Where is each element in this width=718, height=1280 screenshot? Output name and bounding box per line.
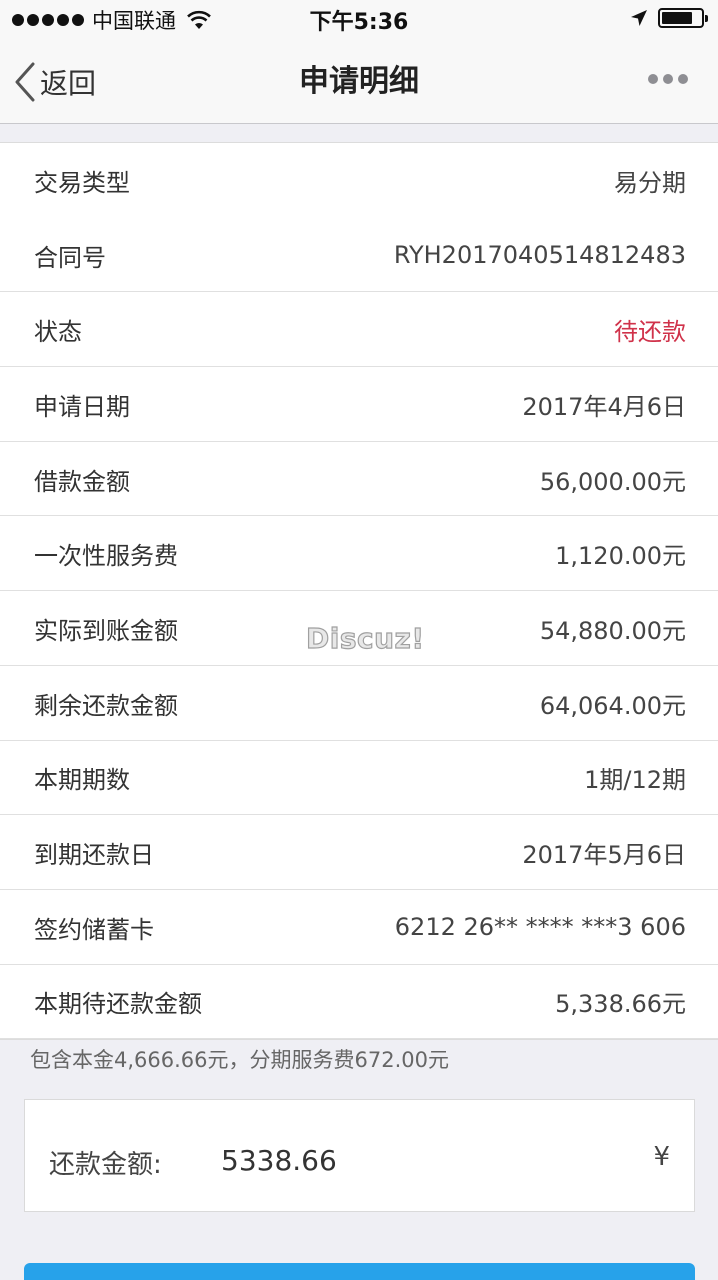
- detail-row-due-date: 到期还款日 2017年5月6日: [0, 815, 718, 890]
- battery-level: [662, 12, 693, 24]
- row-value: 64,064.00元: [539, 691, 686, 720]
- row-value: 易分期: [614, 168, 686, 197]
- row-label: 签约储蓄卡: [34, 915, 154, 944]
- detail-row-remaining-amount: 剩余还款金额 64,064.00元: [0, 666, 718, 741]
- watermark: Discuz!: [305, 621, 425, 655]
- detail-row-contract-number: 合同号 RYH2017040514812483: [0, 218, 718, 293]
- row-label: 剩余还款金额: [34, 691, 178, 720]
- detail-row-loan-amount: 借款金额 56,000.00元: [0, 442, 718, 517]
- row-value: 6212 26** **** ***3 606: [394, 913, 686, 942]
- row-value: 2017年5月6日: [522, 841, 686, 870]
- repay-button[interactable]: [24, 1263, 695, 1280]
- repayment-amount-box: 还款金额: ¥: [24, 1099, 695, 1212]
- row-value: 1期/12期: [584, 766, 686, 795]
- location-arrow-icon: [631, 10, 647, 26]
- detail-row-current-period: 本期期数 1期/12期: [0, 741, 718, 816]
- currency-symbol: ¥: [653, 1142, 670, 1172]
- more-options-icon[interactable]: [648, 74, 688, 84]
- status-bar-time: 下午5:36: [309, 10, 409, 35]
- detail-row-transaction-type: 交易类型 易分期: [0, 143, 718, 218]
- row-label: 申请日期: [34, 392, 130, 421]
- detail-row-debit-card: 签约储蓄卡 6212 26** **** ***3 606: [0, 890, 718, 965]
- detail-list: 交易类型 易分期 合同号 RYH2017040514812483 状态 待还款 …: [0, 142, 718, 1041]
- amount-breakdown-note: 包含本金4,666.66元，分期服务费672.00元: [30, 1048, 449, 1072]
- row-value: 56,000.00元: [539, 467, 686, 496]
- status-bar-right: [630, 8, 708, 28]
- detail-row-apply-date: 申请日期 2017年4月6日: [0, 367, 718, 442]
- row-label: 本期待还款金额: [34, 990, 202, 1019]
- row-value: 5,338.66元: [555, 990, 686, 1019]
- repayment-amount-label: 还款金额:: [49, 1150, 162, 1180]
- row-value: RYH2017040514812483: [393, 241, 686, 270]
- row-label: 本期期数: [34, 766, 130, 795]
- row-label: 到期还款日: [34, 841, 154, 870]
- detail-row-service-fee: 一次性服务费 1,120.00元: [0, 516, 718, 591]
- row-label: 借款金额: [34, 467, 130, 496]
- row-value: 54,880.00元: [539, 616, 686, 645]
- row-label: 状态: [34, 318, 82, 347]
- row-label: 合同号: [34, 243, 106, 272]
- detail-row-status: 状态 待还款: [0, 292, 718, 367]
- row-label: 交易类型: [34, 168, 130, 197]
- battery-icon: [658, 8, 708, 28]
- row-value: 1,120.00元: [555, 542, 686, 571]
- detail-row-due-amount: 本期待还款金额 5,338.66元: [0, 965, 718, 1040]
- repayment-amount-input[interactable]: [221, 1140, 601, 1180]
- row-value: 2017年4月6日: [522, 392, 686, 421]
- status-badge: 待还款: [614, 318, 686, 347]
- page-title: 申请明细: [299, 64, 419, 99]
- status-bar: 中国联通 下午5:36: [0, 0, 718, 40]
- row-label: 一次性服务费: [34, 542, 178, 571]
- row-label: 实际到账金额: [34, 616, 178, 645]
- navigation-bar: 返回 申请明细: [0, 40, 718, 124]
